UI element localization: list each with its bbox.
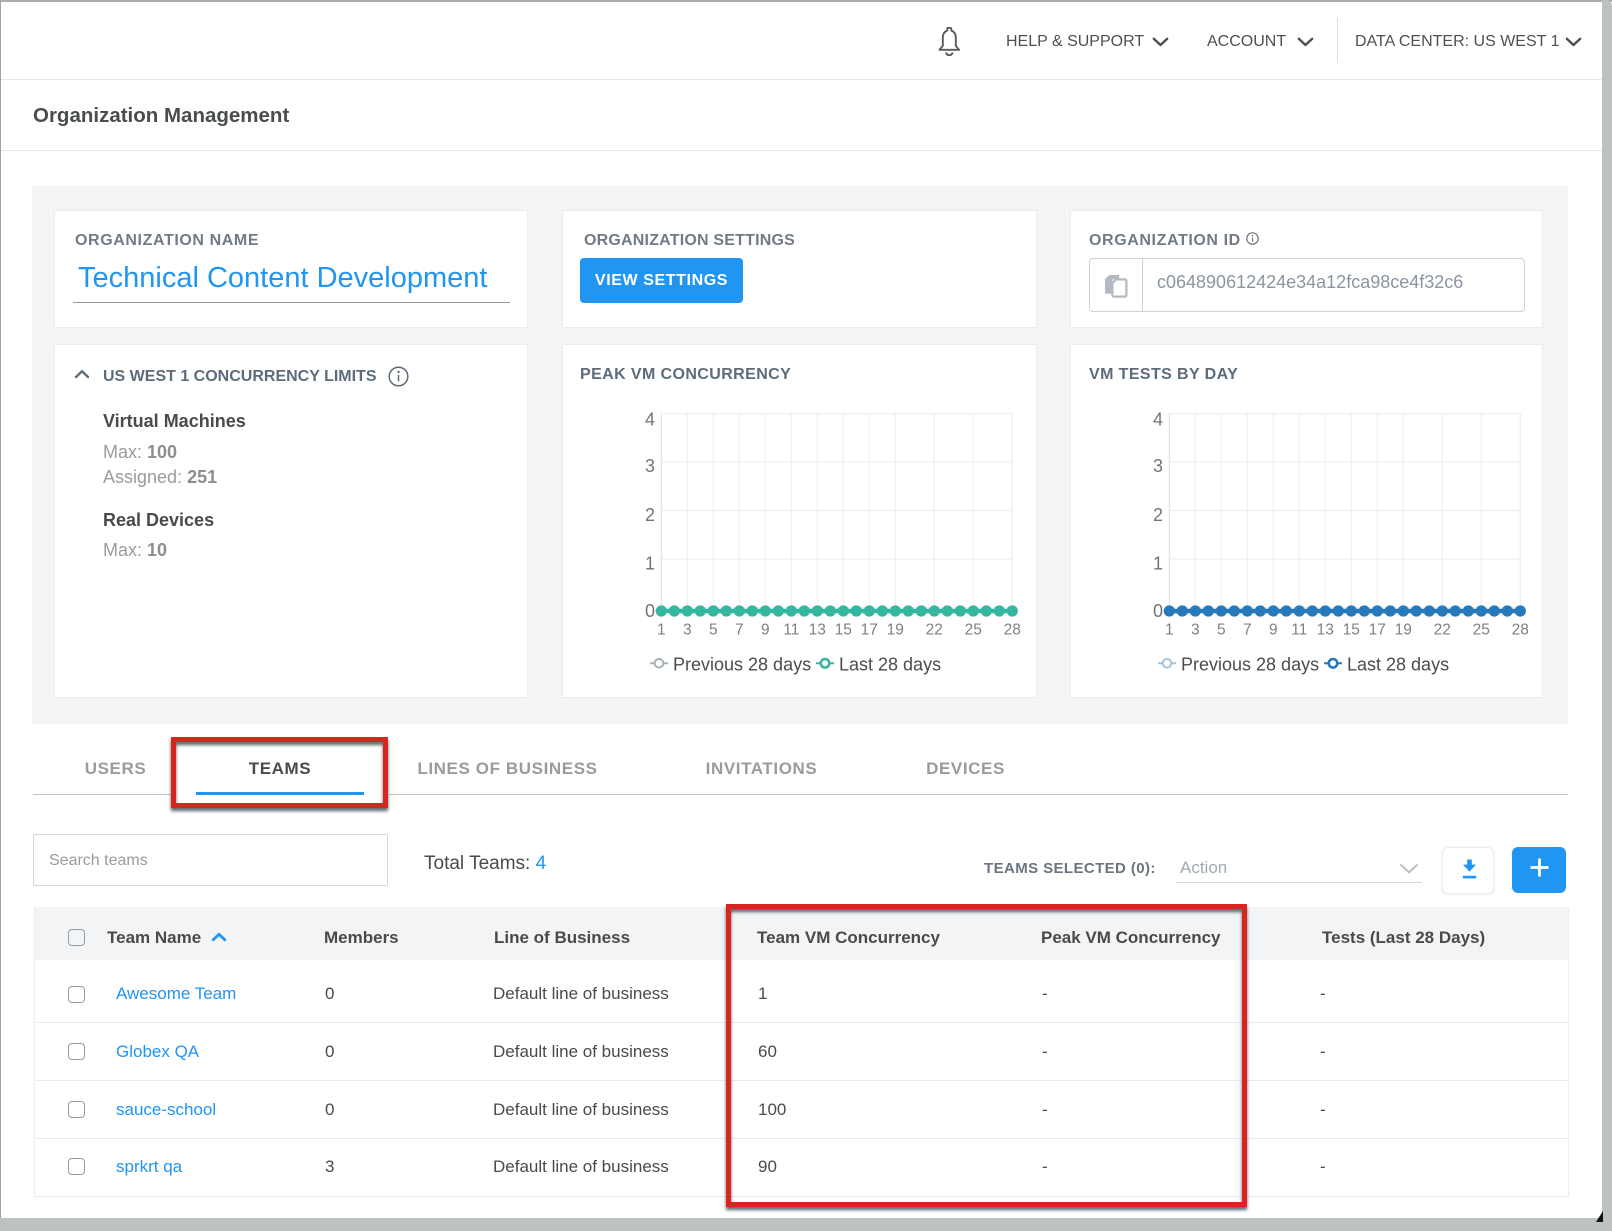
svg-text:0: 0 — [645, 601, 655, 621]
svg-text:13: 13 — [1317, 622, 1334, 639]
svg-text:17: 17 — [861, 622, 878, 639]
svg-text:7: 7 — [1243, 622, 1252, 639]
svg-text:9: 9 — [761, 622, 770, 639]
svg-text:28: 28 — [1512, 622, 1529, 639]
svg-text:22: 22 — [1434, 622, 1451, 639]
svg-text:1: 1 — [657, 622, 666, 639]
svg-text:2: 2 — [1153, 505, 1163, 525]
svg-text:4: 4 — [645, 410, 655, 430]
svg-text:3: 3 — [645, 456, 655, 476]
svg-text:3: 3 — [683, 622, 692, 639]
svg-text:11: 11 — [783, 622, 799, 639]
svg-text:22: 22 — [926, 622, 943, 639]
svg-text:5: 5 — [1217, 622, 1226, 639]
svg-text:4: 4 — [1153, 410, 1163, 430]
svg-text:7: 7 — [735, 622, 744, 639]
svg-text:15: 15 — [1343, 622, 1360, 639]
svg-text:11: 11 — [1291, 622, 1307, 639]
svg-text:17: 17 — [1369, 622, 1386, 639]
svg-text:1: 1 — [1153, 554, 1163, 574]
svg-text:13: 13 — [809, 622, 826, 639]
svg-text:25: 25 — [965, 622, 982, 639]
svg-text:Last 28 days: Last 28 days — [839, 654, 941, 674]
svg-text:3: 3 — [1153, 456, 1163, 476]
svg-text:19: 19 — [887, 622, 904, 639]
svg-text:5: 5 — [709, 622, 718, 639]
svg-text:19: 19 — [1395, 622, 1412, 639]
svg-text:9: 9 — [1269, 622, 1278, 639]
svg-text:2: 2 — [645, 505, 655, 525]
svg-text:3: 3 — [1191, 622, 1200, 639]
svg-text:Previous 28 days: Previous 28 days — [673, 654, 811, 674]
svg-text:Previous 28 days: Previous 28 days — [1181, 654, 1319, 674]
svg-text:1: 1 — [1165, 622, 1174, 639]
svg-text:28: 28 — [1004, 622, 1021, 639]
svg-text:0: 0 — [1153, 601, 1163, 621]
svg-text:15: 15 — [835, 622, 852, 639]
svg-text:1: 1 — [645, 554, 655, 574]
svg-text:25: 25 — [1473, 622, 1490, 639]
svg-text:Last 28 days: Last 28 days — [1347, 654, 1449, 674]
